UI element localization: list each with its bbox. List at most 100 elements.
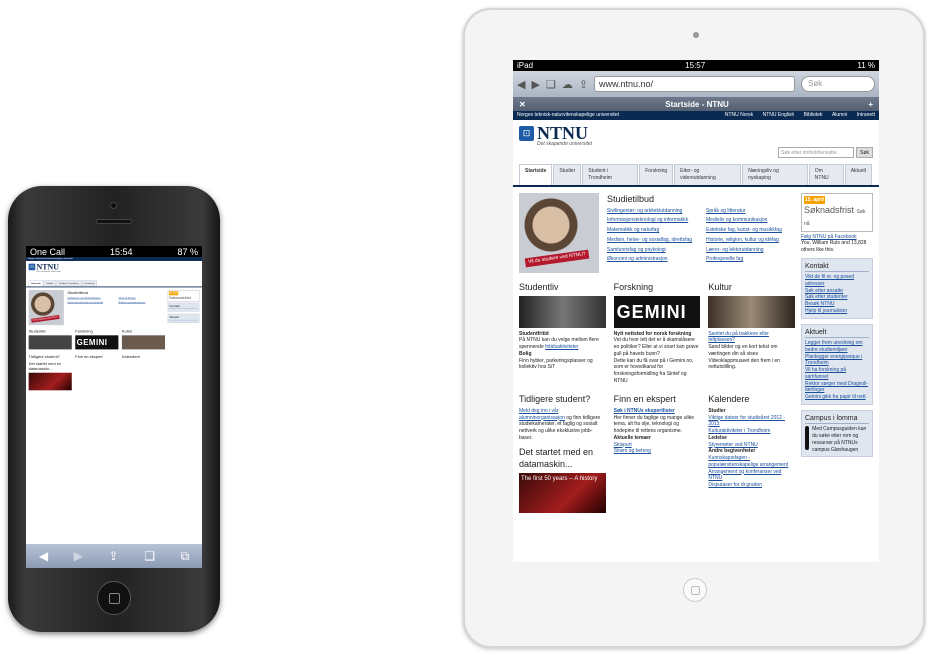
study-link[interactable]: Medieliv og kommunikasjon <box>706 217 795 224</box>
url-field[interactable]: www.ntnu.no/ <box>594 76 795 92</box>
phone-study-link[interactable]: Medieliv og kommunikasjon <box>118 301 165 304</box>
study-link[interactable]: Samfunnsfag og psykologi <box>607 247 696 254</box>
nav-aktuelt[interactable]: Aktuelt <box>844 164 872 185</box>
styremoter-link[interactable]: Styremøter ved NTNU <box>708 442 795 449</box>
kontakt-link[interactable]: Søk etter ansatte <box>805 288 869 295</box>
kultur-photo[interactable] <box>708 295 796 328</box>
aktuelt-link[interactable]: Rektor sørger med Dragvoll-lærlinger <box>805 381 869 395</box>
phone-study-link[interactable]: Informasjonsteknologi og informatikk <box>67 301 114 304</box>
study-link[interactable]: Sivilingeniør- og arkitektutdanning <box>607 208 696 215</box>
topbar-link[interactable]: NTNU English <box>763 112 795 118</box>
topbar-link[interactable]: Bibliotek <box>804 112 823 118</box>
nav-startside[interactable]: Startside <box>519 164 553 185</box>
phone-history-video[interactable] <box>28 372 72 391</box>
study-link[interactable]: Økonomi og administrasjon <box>607 256 696 263</box>
phone-home-button[interactable] <box>97 581 131 615</box>
kalender-link[interactable]: Kulturaktiviteter i Trondheim <box>708 428 795 435</box>
site-search-input[interactable]: Søk etter innhold/ansatte <box>778 147 855 158</box>
bookmarks-icon[interactable]: ❑ <box>546 78 556 91</box>
phone-nav-student[interactable]: Student i Trondheim <box>56 280 82 287</box>
tablet-home-button[interactable] <box>683 578 707 602</box>
alumni-link[interactable]: Meld deg inn i vår alumninorganisasjon <box>519 408 565 421</box>
kontakt-link[interactable]: Besøk NTNU <box>805 301 869 308</box>
facebook-link[interactable]: Følg NTNU på Facebook <box>801 234 873 241</box>
phone-study-link[interactable]: Språk og litteratur <box>118 297 165 300</box>
phone-nav-startside[interactable]: Startside <box>28 280 44 287</box>
study-link[interactable]: Informasjonsteknologi og informatikk <box>607 217 696 224</box>
share-icon[interactable]: ⇪ <box>109 549 119 563</box>
nav-om-ntnu[interactable]: Om NTNU <box>808 164 844 185</box>
tabs-icon[interactable]: ⧉ <box>181 549 190 564</box>
nav-videreutdanning[interactable]: Etter- og videreutdanning <box>674 164 742 185</box>
kalender-link[interactable]: Viktige datoer for studieåret 2012 - 201… <box>708 415 795 429</box>
icloud-tabs-icon[interactable]: ☁ <box>562 78 573 91</box>
new-tab-icon[interactable]: + <box>868 100 873 109</box>
fritid-link[interactable]: fritidsaktiviteter <box>545 344 578 350</box>
aktuelt-link[interactable]: Vil ha forskning på samfunnet <box>805 367 869 381</box>
study-link[interactable]: Estetiske fag, kunst- og musikkfag <box>706 227 795 234</box>
back-arrow-icon[interactable]: ◀ <box>39 549 48 563</box>
kontakt-link[interactable]: Hjelp til journalister <box>805 308 869 315</box>
kontakt-link[interactable]: Vikt de fil nr. og posed adresser <box>805 274 869 288</box>
history-video[interactable]: The first 50 years -- A history <box>519 472 606 513</box>
phone-ekspert-heading: Finn en ekspert <box>75 354 103 360</box>
nav-forskning[interactable]: Forskning <box>639 164 674 185</box>
ntnu-logo-icon: ⊡ <box>28 263 36 271</box>
aktuelt-heading: Aktuelt <box>805 328 869 339</box>
study-link[interactable]: Lærer- og lektorutdanning <box>706 247 795 254</box>
phone-ntnu-logo[interactable]: ⊡ NTNU Det skapende universitet <box>28 263 61 278</box>
phone-soknadsfrist-banner[interactable]: 15. april Søknadsfrist <box>167 289 200 302</box>
site-search-button[interactable]: Søk <box>856 147 873 158</box>
topbar-link[interactable]: Intranett <box>857 112 875 118</box>
student-photo[interactable]: Vil du studere ved NTNU? <box>519 192 599 273</box>
campus-text: Med Campusguiden kan du søke etter rom o… <box>812 426 867 453</box>
gemini-banner[interactable]: GEMINI <box>613 295 701 328</box>
study-link[interactable]: Språk og litteratur <box>706 208 795 215</box>
phone-nav-studier[interactable]: Studier <box>43 280 57 287</box>
aktuelt-link[interactable]: Planlegger energiparque i Trondheim <box>805 354 869 368</box>
forward-arrow-icon[interactable]: ▶ <box>74 549 83 563</box>
kultur-link[interactable]: Sanitet du på bakkene eller teltplassen? <box>708 331 795 345</box>
studentliv-photo[interactable] <box>519 295 606 328</box>
aktuelt-box: Aktuelt Legger frem utredning om bedre s… <box>801 323 873 405</box>
back-arrow-icon[interactable]: ◀ <box>517 78 525 91</box>
ekspert-link[interactable]: Søk i NTNUs ekspertlister <box>614 408 675 414</box>
tema-link[interactable]: Skispurt <box>614 442 701 449</box>
begivenhet-link[interactable]: Arrangement og konferanser ved NTNU <box>708 469 795 483</box>
nav-studier[interactable]: Studier <box>553 164 582 185</box>
nav-naeringsliv[interactable]: Næringsliv og nyskaping <box>742 164 808 185</box>
begivenhet-link[interactable]: Disputaser for dr.graden <box>708 482 795 489</box>
tema-link[interactable]: Strøm og betong <box>614 448 701 455</box>
tablet-screen: iPad 15:57 11 % ◀ ▶ ❑ ☁ ⇪ www.ntnu.no/ S… <box>513 60 879 562</box>
phone-studentliv-photo[interactable] <box>28 335 72 350</box>
phone-nav-forskning[interactable]: Forskning <box>81 280 97 287</box>
topbar-link[interactable]: NTNU Norsk <box>725 112 753 118</box>
nav-student[interactable]: Student i Trondheim <box>582 164 639 185</box>
phone-site-body: Vil du studere ved NTNU? Studietilbud Si… <box>26 287 202 396</box>
phone-gemini-banner[interactable]: GEMINI <box>75 335 119 350</box>
study-link[interactable]: Matematikk og naturfag <box>607 227 696 234</box>
study-link[interactable]: Historie, religion, kultur og idéfag <box>706 237 795 244</box>
soknadsfrist-banner[interactable]: 15. april Søknadsfrist Søk nå <box>801 192 873 232</box>
site-sidebar: 15. april Søknadsfrist Søk nå Følg NTNU … <box>801 192 873 521</box>
aktuelt-link[interactable]: Legger frem utredning om bedre studiemil… <box>805 340 869 354</box>
ekspert-heading: Finn en ekspert <box>613 393 676 404</box>
forward-arrow-icon[interactable]: ▶ <box>531 78 539 91</box>
phone-kultur-photo[interactable] <box>121 335 166 350</box>
ntnu-logo[interactable]: ⊡ NTNU Det skapende universitet <box>519 124 592 158</box>
share-icon[interactable]: ⇪ <box>579 78 588 91</box>
frist-date: 15. april <box>804 195 825 205</box>
tab-startside[interactable]: Startside - NTNU <box>665 100 729 109</box>
phone-student-photo[interactable]: Vil du studere ved NTNU? <box>28 289 64 326</box>
aktuelt-link[interactable]: Gemini gikk fra papir til nett <box>805 394 869 401</box>
topbar-link[interactable]: Alumni <box>832 112 847 118</box>
phone-study-link[interactable]: Sivilingeniør- og arkitektutdanning <box>67 297 114 300</box>
kontakt-link[interactable]: Søk etter studenter <box>805 294 869 301</box>
begivenhet-link[interactable]: Kunnskapsdagen - populærvitenskapelige a… <box>708 455 795 469</box>
search-field[interactable]: Søk <box>801 76 875 92</box>
study-link[interactable]: Profesjonelle fag <box>706 256 795 263</box>
close-tab-icon[interactable]: ✕ <box>519 100 526 109</box>
bookmarks-icon[interactable]: ❑ <box>144 549 155 563</box>
phone-tidligere-heading: Tidligere student? <box>28 354 60 360</box>
study-link[interactable]: Medisin, helse- og sosialfag, idrettsfag <box>607 237 696 244</box>
